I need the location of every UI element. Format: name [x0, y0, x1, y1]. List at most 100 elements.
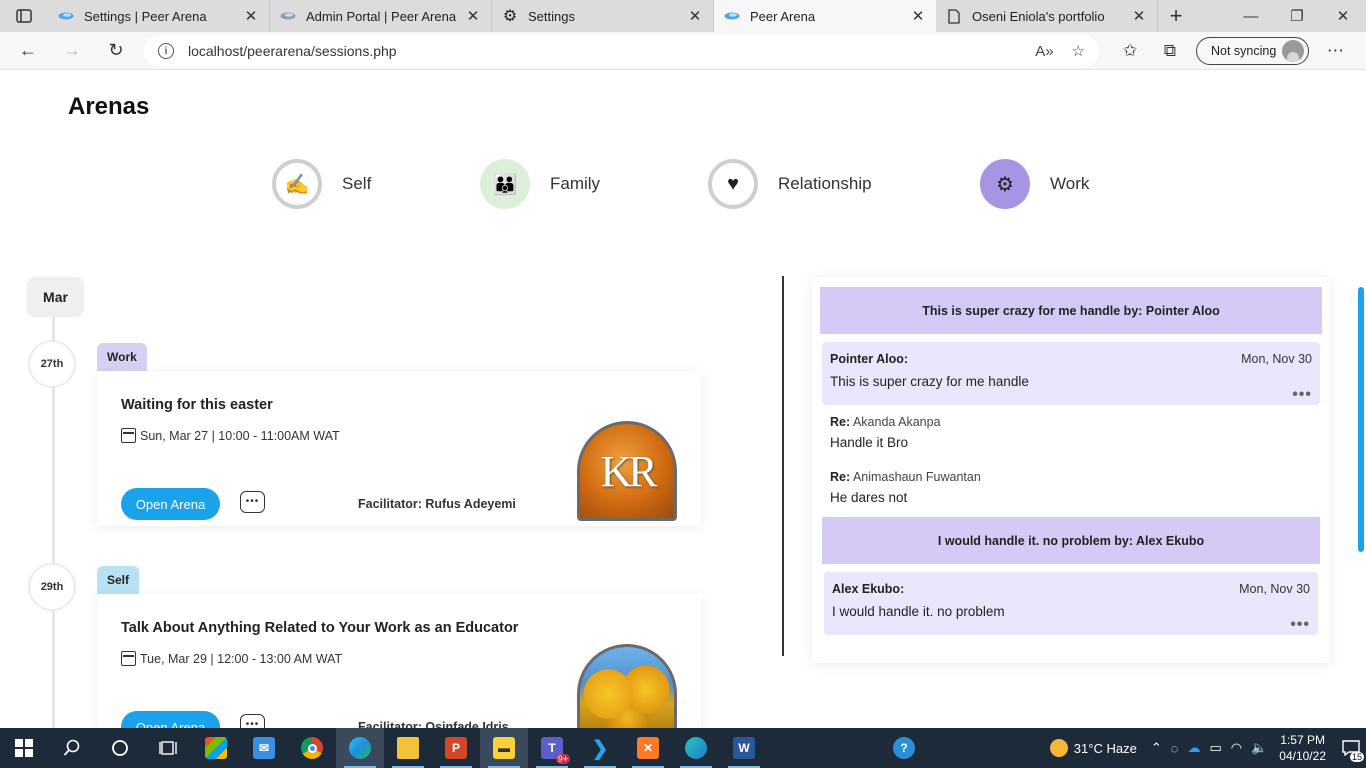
reply-author-line: Re: Animashaun Fuwantan [830, 470, 981, 484]
windows-taskbar: ✉ P ▬ T 9+ ❯ ✕ W ? 31°C Haze ⌃ ◌ ☁ ▭ ◠ 🔈 … [0, 728, 1366, 768]
peer-arena-logo-icon [724, 8, 740, 24]
teams-icon[interactable]: T 9+ [528, 728, 576, 768]
powerpoint-icon[interactable]: P [432, 728, 480, 768]
arena-category-label: Work [1050, 174, 1090, 193]
chat-icon[interactable]: ••• [240, 714, 265, 728]
favorites-icon[interactable]: ✩ [1110, 32, 1150, 70]
add-favorite-icon[interactable]: ☆ [1072, 42, 1085, 60]
restore-button[interactable]: ❐ [1274, 0, 1320, 32]
arena-category-label: Self [342, 174, 372, 193]
battery-icon[interactable]: ▭ [1209, 740, 1221, 756]
weather-widget[interactable]: 31°C Haze [1049, 739, 1137, 757]
notification-center-icon[interactable]: 15 [1336, 728, 1366, 768]
more-options-icon[interactable]: ••• [1292, 386, 1312, 404]
back-button[interactable]: ← [6, 32, 50, 70]
self-arena-icon: ✍ [272, 159, 322, 209]
vscode-icon[interactable]: ❯ [576, 728, 624, 768]
search-icon[interactable] [48, 728, 96, 768]
calendar-icon [121, 651, 136, 666]
read-aloud-icon[interactable]: A» [1035, 43, 1053, 60]
browser-tab[interactable]: Admin Portal | Peer Arena ✕ [270, 0, 492, 32]
tab-actions-icon[interactable] [0, 0, 48, 32]
close-icon[interactable]: ✕ [243, 8, 259, 25]
task-view-icon[interactable] [144, 728, 192, 768]
chrome-icon[interactable] [288, 728, 336, 768]
onedrive-icon[interactable]: ☁ [1187, 740, 1200, 756]
arena-category-relationship[interactable]: ♥ Relationship [708, 159, 872, 209]
facilitator-label: Facilitator: Osinfade Idris [358, 720, 509, 728]
browser-tab-bar: Settings | Peer Arena ✕ Admin Portal | P… [0, 0, 1366, 32]
thread-heading: I would handle it. no problem by: Alex E… [822, 517, 1320, 564]
microsoft-store-icon[interactable] [192, 728, 240, 768]
forward-button[interactable]: → [50, 32, 94, 70]
close-icon[interactable]: ✕ [465, 8, 481, 25]
session-title: Waiting for this easter [121, 397, 273, 413]
close-icon[interactable]: ✕ [687, 8, 703, 25]
cortana-icon[interactable] [96, 728, 144, 768]
start-button[interactable] [0, 728, 48, 768]
session-datetime: Sun, Mar 27 | 10:00 - 11:00AM WAT [121, 428, 340, 443]
message-date: Mon, Nov 30 [1241, 352, 1312, 366]
more-options-icon[interactable]: ⋯ [1315, 32, 1355, 70]
family-arena-icon: 👪 [480, 159, 530, 209]
calendar-icon [121, 428, 136, 443]
site-info-icon[interactable]: i [158, 43, 174, 59]
arena-category-label: Family [550, 174, 601, 193]
chat-icon[interactable]: ••• [240, 491, 265, 513]
wifi-icon[interactable]: ◠ [1231, 740, 1242, 756]
peer-arena-logo-icon [58, 8, 74, 24]
tab-title: Oseni Eniola's portfolio [972, 8, 1105, 24]
open-arena-button[interactable]: Open Arena [121, 488, 220, 520]
address-bar[interactable]: i localhost/peerarena/sessions.php A» ☆ [144, 35, 1099, 67]
minimize-button[interactable]: — [1228, 0, 1274, 32]
session-image [577, 644, 677, 728]
relationship-arena-icon: ♥ [708, 159, 758, 209]
clock-time: 1:57 PM [1280, 733, 1325, 747]
word-icon[interactable]: W [720, 728, 768, 768]
reply-author: Akanda Akanpa [852, 415, 941, 429]
collections-icon[interactable]: ⧉ [1150, 32, 1190, 70]
network-status-icon[interactable]: ◌ [1171, 741, 1179, 756]
page-content: Arenas ✍ Self 👪 Family ♥ Relationship ⚙ … [0, 71, 1366, 728]
close-icon[interactable]: ✕ [1131, 8, 1147, 25]
session-category-tag: Self [97, 566, 140, 594]
edge-dev-icon[interactable] [672, 728, 720, 768]
chevron-up-icon[interactable]: ⌃ [1151, 740, 1162, 756]
clock[interactable]: 1:57 PM 04/10/22 [1279, 732, 1326, 764]
open-arena-button[interactable]: Open Arena [121, 711, 220, 728]
edge-taskbar-icon[interactable] [336, 728, 384, 768]
file-explorer-icon[interactable] [384, 728, 432, 768]
message-author: Pointer Aloo: [830, 352, 909, 366]
browser-tab-active[interactable]: Peer Arena ✕ [714, 0, 936, 32]
browser-tab[interactable]: Oseni Eniola's portfolio ✕ [936, 0, 1158, 32]
month-badge: Mar [27, 277, 84, 317]
sticky-notes-icon[interactable]: ▬ [480, 728, 528, 768]
page-scrollbar[interactable] [1358, 287, 1364, 552]
volume-icon[interactable]: 🔈 [1251, 740, 1267, 756]
browser-tab[interactable]: ⚙ Settings ✕ [492, 0, 714, 32]
arena-category-family[interactable]: 👪 Family [480, 159, 600, 209]
arena-category-work[interactable]: ⚙ Work [980, 159, 1089, 209]
tab-title: Settings [528, 8, 575, 24]
session-image-text: KR [600, 446, 657, 496]
profile-sync-button[interactable]: Not syncing [1196, 37, 1310, 65]
session-category-tag: Work [97, 343, 147, 371]
session-title: Talk About Anything Related to Your Work… [121, 620, 519, 636]
reply-author: Animashaun Fuwantan [852, 470, 981, 484]
close-window-button[interactable]: ✕ [1320, 0, 1366, 32]
more-options-icon[interactable]: ••• [1290, 616, 1310, 634]
mail-icon[interactable]: ✉ [240, 728, 288, 768]
work-arena-icon: ⚙ [980, 159, 1030, 209]
browser-tab[interactable]: Settings | Peer Arena ✕ [48, 0, 270, 32]
message-text: This is super crazy for me handle [830, 374, 1029, 389]
refresh-button[interactable]: ↻ [94, 32, 138, 70]
new-tab-button[interactable]: + [1158, 0, 1194, 32]
help-icon[interactable]: ? [880, 728, 928, 768]
peer-arena-logo-icon [280, 8, 296, 24]
gear-icon: ⚙ [502, 8, 518, 25]
arena-category-self[interactable]: ✍ Self [272, 159, 371, 209]
browser-toolbar: ← → ↻ i localhost/peerarena/sessions.php… [0, 32, 1366, 70]
close-icon[interactable]: ✕ [910, 8, 926, 25]
document-icon [946, 8, 962, 24]
xampp-icon[interactable]: ✕ [624, 728, 672, 768]
